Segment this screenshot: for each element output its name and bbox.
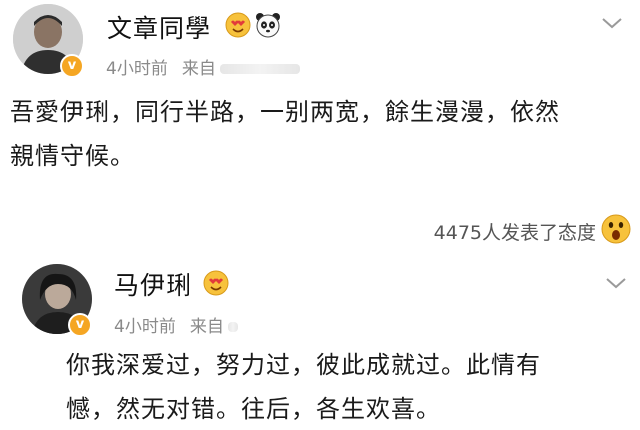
chevron-down-icon[interactable] bbox=[604, 276, 628, 290]
post-time: 4小时前 bbox=[106, 59, 168, 79]
content-line: 你我深爱过，努力过，彼此成就过。此情有 bbox=[66, 351, 541, 379]
username[interactable]: 文章同學 bbox=[107, 9, 211, 45]
blurred-source bbox=[227, 322, 238, 332]
post-wenzhang: v 文章同學 4小时前 来自 吾愛伊琍，同行半路，一别两宽，餘生漫漫，依然 親情… bbox=[0, 0, 640, 244]
surprised-emoji-icon[interactable] bbox=[600, 213, 632, 245]
reaction-count[interactable]: 4475人发表了态度 bbox=[434, 218, 596, 245]
content-line: 吾愛伊琍，同行半路，一别两宽，餘生漫漫，依然 bbox=[10, 98, 560, 126]
verified-badge-icon: v bbox=[60, 54, 84, 78]
panda-emoji-icon bbox=[256, 13, 280, 38]
post-meta: 4小时前 来自 bbox=[106, 54, 314, 79]
post-meta: 4小时前 来自 bbox=[114, 312, 252, 337]
post-content: 吾愛伊琍，同行半路，一别两宽，餘生漫漫，依然 親情守候。 bbox=[10, 90, 630, 178]
content-line: 憾，然无对错。往后，各生欢喜。 bbox=[66, 395, 441, 423]
heart-eyes-emoji-icon bbox=[225, 12, 251, 38]
chevron-down-icon[interactable] bbox=[600, 16, 624, 30]
post-source-prefix: 来自 bbox=[181, 59, 216, 79]
post-content: 你我深爱过，努力过，彼此成就过。此情有 憾，然无对错。往后，各生欢喜。 bbox=[66, 343, 626, 430]
username[interactable]: 马伊琍 bbox=[114, 266, 192, 302]
blurred-source bbox=[219, 64, 300, 74]
post-source-prefix: 来自 bbox=[189, 317, 224, 337]
content-line: 親情守候。 bbox=[10, 142, 135, 170]
verified-badge-icon: v bbox=[68, 313, 92, 337]
post-time: 4小时前 bbox=[114, 317, 176, 337]
heart-eyes-emoji-icon bbox=[203, 270, 229, 296]
weibo-screenshot: v 文章同學 4小时前 来自 吾愛伊琍，同行半路，一别两宽，餘生漫漫，依然 親情… bbox=[0, 0, 640, 430]
